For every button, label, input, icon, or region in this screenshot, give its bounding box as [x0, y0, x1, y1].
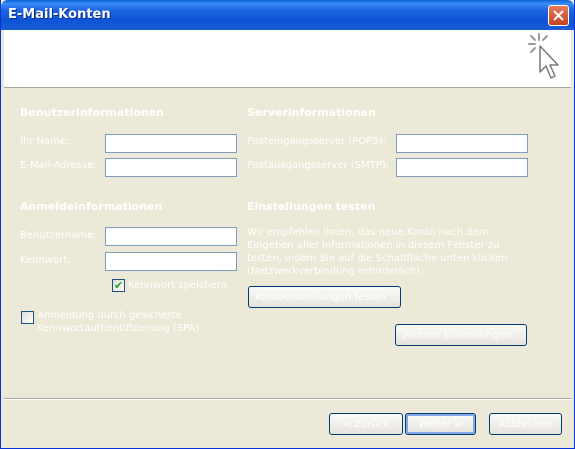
title-bar[interactable]: E-Mail-Konten [1, 0, 574, 30]
remember-password-label: Kennwort speichern [128, 280, 228, 291]
email-label: E-Mail-Adresse: [20, 160, 97, 171]
header-title: Internet-E-Mail-Einstellungen (POP3) [24, 40, 254, 53]
server-info-heading: Serverinformationen [247, 106, 376, 119]
login-info-heading: Anmeldeinformationen [20, 200, 163, 213]
cursor-sparkle-icon [528, 33, 559, 79]
smtp-server-input[interactable] [396, 158, 528, 177]
close-button[interactable] [548, 5, 569, 26]
pop3-label: Posteingangsserver (POP3): [247, 136, 386, 147]
username-label: Benutzername: [20, 230, 97, 241]
more-settings-button[interactable]: Weitere Einstellungen ... [395, 324, 527, 346]
test-settings-heading: Einstellungen testen [247, 200, 376, 213]
header-subtitle: Alle Einstellungen auf dieser Seite sind… [34, 56, 294, 67]
email-accounts-window: E-Mail-Konten Internet-E-Mail-Einstellun… [0, 0, 575, 449]
spa-label-line1: Anmeldung durch gesicherte [37, 310, 182, 321]
test-settings-description: Wir empfehlen Ihnen, das neue Konto nach… [247, 227, 508, 277]
checkmark-icon: ✔ [114, 279, 124, 292]
test-account-settings-button[interactable]: Kontoeinstellungen testen ... [248, 286, 401, 308]
username-input[interactable] [105, 227, 237, 246]
name-label: Ihr Name: [20, 136, 70, 147]
pop3-server-input[interactable] [396, 134, 528, 153]
email-input[interactable] [105, 158, 237, 177]
spa-checkbox[interactable] [21, 311, 34, 324]
next-button[interactable]: Weiter > [405, 413, 476, 435]
password-input[interactable] [105, 252, 237, 271]
name-input[interactable] [105, 134, 237, 153]
back-button[interactable]: < Zurück [329, 413, 403, 435]
wizard-header: Internet-E-Mail-Einstellungen (POP3) All… [4, 30, 571, 88]
window-title: E-Mail-Konten [8, 7, 111, 22]
spa-label-line2: Kennwortauthentifizierung (SPA) [37, 323, 200, 334]
footer-divider [4, 398, 571, 400]
smtp-label: Postausgangsserver (SMTP): [247, 160, 390, 171]
close-icon [553, 10, 564, 21]
user-info-heading: Benutzerinformationen [20, 106, 165, 119]
password-label: Kennwort: [20, 255, 71, 266]
remember-password-checkbox[interactable]: ✔ [112, 279, 125, 292]
cancel-button[interactable]: Abbrechen [489, 413, 562, 435]
